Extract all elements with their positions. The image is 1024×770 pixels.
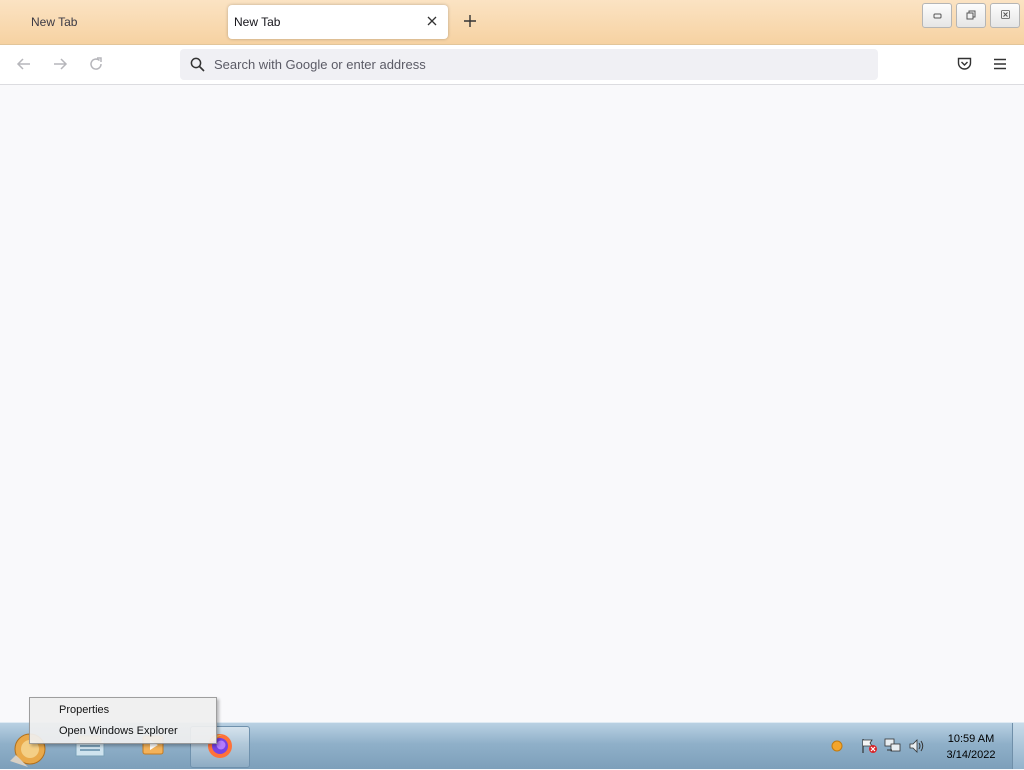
- tab-strip: New Tab New Tab: [0, 0, 1024, 45]
- reload-button[interactable]: [84, 53, 108, 77]
- address-input[interactable]: [214, 57, 878, 72]
- volume-icon[interactable]: [908, 737, 926, 755]
- network-icon[interactable]: [884, 737, 902, 755]
- update-notification-icon[interactable]: [828, 737, 846, 755]
- hamburger-menu-icon: [993, 58, 1007, 73]
- minimize-icon: [933, 11, 942, 21]
- application-menu-button[interactable]: [988, 53, 1012, 77]
- window-close-button[interactable]: [990, 3, 1020, 28]
- minimize-button[interactable]: [922, 3, 952, 28]
- close-icon[interactable]: [424, 13, 440, 29]
- restore-icon: [966, 10, 976, 22]
- new-tab-button[interactable]: [458, 10, 482, 34]
- address-bar[interactable]: [180, 49, 878, 80]
- clock-time: 10:59 AM: [947, 733, 995, 745]
- menu-item-properties[interactable]: Properties: [30, 700, 216, 720]
- tab-label: New Tab: [31, 15, 78, 29]
- tab-new-tab-inactive[interactable]: New Tab: [0, 5, 222, 39]
- pocket-button[interactable]: [952, 53, 976, 77]
- menu-item-open-windows-explorer[interactable]: Open Windows Explorer: [30, 721, 216, 741]
- show-desktop-button[interactable]: [1012, 723, 1024, 769]
- action-center-flag-icon[interactable]: [860, 737, 878, 755]
- forward-button[interactable]: [48, 53, 72, 77]
- back-button[interactable]: [12, 53, 36, 77]
- restore-button[interactable]: [956, 3, 986, 28]
- navigation-toolbar: [0, 45, 1024, 85]
- arrow-left-icon: [16, 56, 32, 75]
- taskbar-context-menu: Properties Open Windows Explorer: [29, 697, 217, 744]
- pocket-icon: [957, 57, 972, 74]
- reload-icon: [88, 56, 104, 75]
- arrow-right-icon: [52, 56, 68, 75]
- taskbar-clock[interactable]: 10:59 AM 3/14/2022: [936, 731, 1006, 763]
- clock-date: 3/14/2022: [946, 749, 996, 761]
- tab-new-tab-active[interactable]: New Tab: [228, 5, 448, 39]
- plus-icon: [463, 11, 477, 34]
- search-icon: [180, 57, 214, 72]
- close-icon: [1000, 10, 1010, 21]
- tab-label: New Tab: [234, 15, 281, 29]
- page-content[interactable]: [0, 85, 1024, 722]
